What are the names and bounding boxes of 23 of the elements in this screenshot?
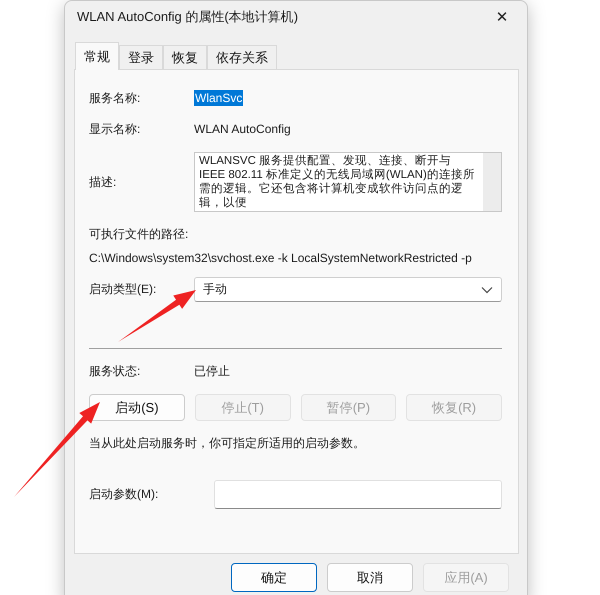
field-label: 服务名称:: [89, 90, 142, 106]
service-control-button[interactable]: 启动(S): [89, 394, 185, 421]
field-label: 启动参数(M):: [89, 486, 160, 503]
display-name-value: WLAN AutoConfig: [194, 122, 292, 136]
hint-text: 当从此处启动服务时，你可指定所适用的启动参数。: [89, 435, 366, 452]
tab[interactable]: 常规: [75, 42, 119, 70]
executable-path: C:\Windows\system32\svchost.exe -k LocalSystemNetworkRestricted -p: [89, 251, 473, 265]
field-label: 服务状态:: [89, 363, 142, 380]
service-status-value: 已停止: [194, 363, 231, 380]
field-label: 可执行文件的路径:: [89, 226, 190, 243]
field-label: 描述:: [89, 174, 118, 190]
startup-type-dropdown[interactable]: 手动: [194, 277, 502, 302]
tab[interactable]: 恢复: [163, 45, 207, 69]
dialog-button[interactable]: 确定: [231, 563, 317, 592]
description-box[interactable]: WLANSVC 服务提供配置、发现、连接、断开与 IEEE 802.11 标准定义的无线局域网(WLAN)的连接所需的逻辑。它还包含将计算机变成软件访问点的逻辑，以便: [194, 152, 502, 212]
service-name-value: WlanSvc: [194, 90, 244, 106]
close-button[interactable]: ✕: [487, 4, 517, 30]
field-label: 显示名称:: [89, 120, 142, 138]
dialog-button[interactable]: 取消: [327, 563, 413, 592]
tab[interactable]: 登录: [119, 45, 163, 69]
window-title: WLAN AutoConfig 的属性(本地计算机): [77, 8, 298, 26]
tab[interactable]: 依存关系: [207, 45, 277, 69]
field-label: 启动类型(E):: [89, 281, 158, 298]
